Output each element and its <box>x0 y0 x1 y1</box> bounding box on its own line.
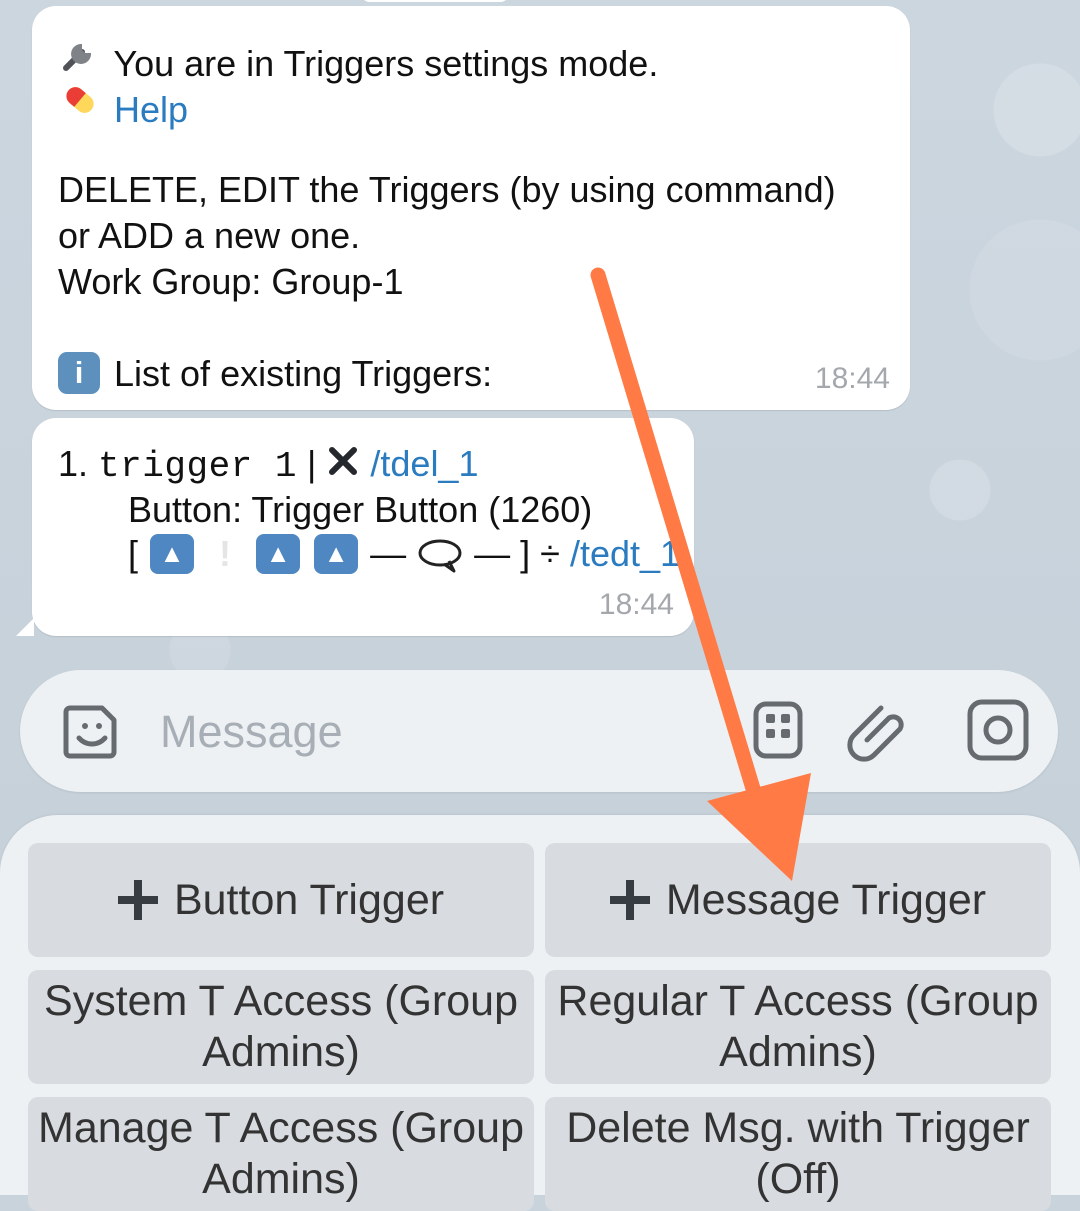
message-bubble-trigger-list: 1. trigger 1 | /tdel_1 Button: Trigger B… <box>32 418 694 636</box>
trigger-number: 1. <box>58 443 89 484</box>
plus-icon <box>609 880 650 920</box>
attach-icon[interactable] <box>842 694 914 766</box>
delete-edit-add-text: DELETE, EDIT the Triggers (by using comm… <box>58 169 836 210</box>
manage-t-access-label: Manage T Access (Group Admins) <box>38 1104 524 1203</box>
message-time: 18:44 <box>814 362 890 395</box>
keyboard-icon[interactable] <box>742 694 814 766</box>
manage-t-access-button[interactable]: Manage T Access (Group Admins) <box>28 1097 534 1211</box>
dash-icon: — <box>474 533 511 574</box>
message-line-help: Help <box>58 78 188 132</box>
pill-icon <box>58 78 104 132</box>
divide-icon: ÷ <box>540 533 560 574</box>
message-time: 18:44 <box>598 588 674 621</box>
dash-icon: — <box>370 533 407 574</box>
trigger-list-line: 1. trigger 1 | /tdel_1 <box>58 442 478 489</box>
message-trigger-button[interactable]: Message Trigger <box>545 843 1051 957</box>
plus-icon <box>117 880 158 920</box>
sticker-icon[interactable] <box>56 694 128 766</box>
system-t-access-label: System T Access (Group Admins) <box>44 977 518 1076</box>
delete-msg-trigger-button[interactable]: Delete Msg. with Trigger (Off) <box>545 1097 1051 1211</box>
message-bubble-settings: You are in Triggers settings mode. Help … <box>32 6 910 410</box>
existing-triggers-text: List of existing Triggers: <box>114 353 493 394</box>
previous-message-edge <box>360 0 510 2</box>
left-bracket: [ <box>128 533 139 574</box>
message-input-bar: Message <box>20 670 1058 792</box>
up-arrow-icon: ▲ <box>314 534 359 575</box>
edit-trigger-command[interactable]: /tedt_1 <box>570 533 680 574</box>
message-line-list: i List of existing Triggers: <box>58 352 492 396</box>
message-trigger-label: Message Trigger <box>665 875 987 924</box>
trigger-button-label: Button: Trigger Button (1260) <box>128 489 593 530</box>
up-arrow-icon: ▲ <box>256 534 301 575</box>
button-trigger-button[interactable]: Button Trigger <box>28 843 534 957</box>
up-arrow-icon: ▲ <box>150 534 195 575</box>
add-new-text: or ADD a new one. <box>58 215 361 256</box>
speech-bubble-icon <box>416 537 464 575</box>
regular-t-access-button[interactable]: Regular T Access (Group Admins) <box>545 970 1051 1084</box>
bot-keyboard: Button Trigger Message Trigger System T … <box>0 815 1080 1211</box>
trigger-name: trigger 1 <box>98 446 297 487</box>
delete-msg-trigger-label: Delete Msg. with Trigger (Off) <box>566 1104 1030 1203</box>
system-t-access-button[interactable]: System T Access (Group Admins) <box>28 970 534 1084</box>
button-trigger-label: Button Trigger <box>173 875 445 924</box>
settings-mode-text: You are in Triggers settings mode. <box>113 43 659 84</box>
delete-trigger-command[interactable]: /tdel_1 <box>370 443 478 484</box>
right-bracket: ] <box>520 533 531 574</box>
message-input[interactable]: Message <box>160 706 343 758</box>
info-icon: i <box>58 352 104 396</box>
camera-icon[interactable] <box>962 694 1034 766</box>
regular-t-access-label: Regular T Access (Group Admins) <box>557 977 1039 1076</box>
exclamation-icon: ! <box>219 533 232 574</box>
help-link[interactable]: Help <box>114 89 188 130</box>
trigger-action-line: [ ▲ ! ▲ ▲ — — ] ÷ /tedt_1 <box>128 532 680 576</box>
cross-icon <box>326 444 360 488</box>
trigger-separator: | <box>307 443 317 484</box>
work-group-text: Work Group: Group-1 <box>58 261 404 302</box>
